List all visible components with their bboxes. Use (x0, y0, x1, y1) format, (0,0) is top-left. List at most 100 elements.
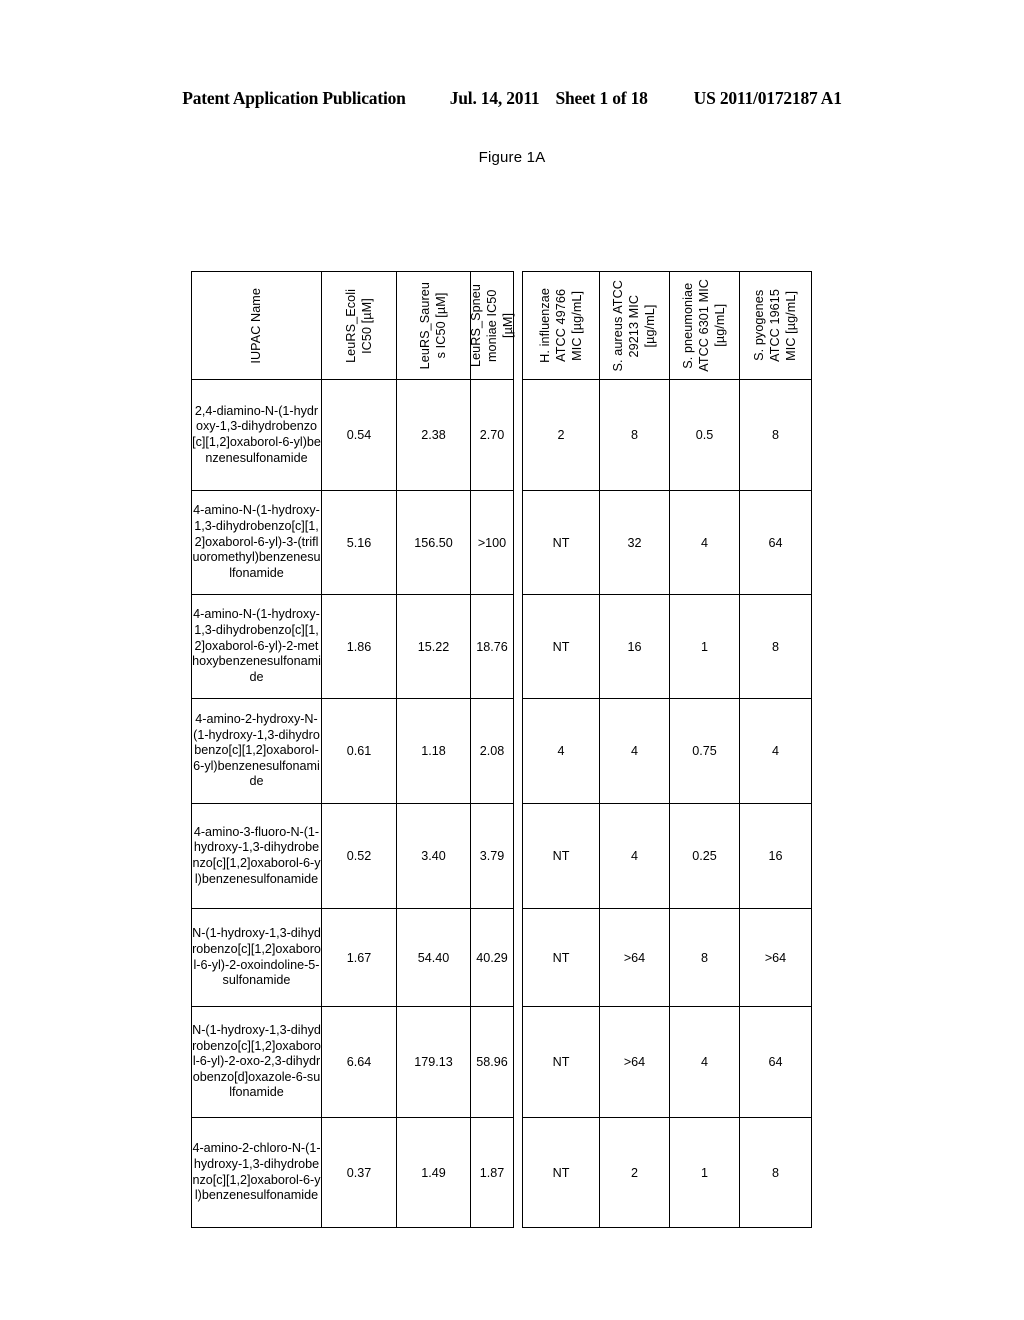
cell-leurs-ecoli: 5.16 (321, 490, 397, 595)
cell-leurs-ecoli: 0.54 (321, 379, 397, 491)
cell-h-influenzae: NT (522, 1006, 600, 1118)
figure-1a-table: IUPAC Name LeuRS_Ecoli IC50 [µM] LeuRS_S… (191, 271, 812, 1228)
table-row: NT >64 4 64 (522, 1006, 812, 1118)
table-body-ic50: 2,4-diamino-N-(1-hydroxy-1,3-dihydrobenz… (191, 379, 514, 1228)
cell-s-pyogenes: 16 (739, 803, 812, 909)
cell-s-pneumoniae: 1 (669, 1117, 740, 1228)
cell-iupac-name: 4-amino-N-(1-hydroxy-1,3-dihydrobenzo[c]… (191, 594, 322, 699)
cell-leurs-saureus: 2.38 (396, 379, 471, 491)
page-running-head: Patent Application Publication Jul. 14, … (0, 88, 1024, 109)
cell-s-aureus: 4 (599, 698, 670, 804)
cell-s-pyogenes: 8 (739, 1117, 812, 1228)
cell-s-pyogenes: 8 (739, 594, 812, 699)
figure-caption: Figure 1A (478, 149, 546, 166)
cell-leurs-ecoli: 1.67 (321, 908, 397, 1007)
table-row: 4 4 0.75 4 (522, 698, 812, 804)
cell-h-influenzae: NT (522, 1117, 600, 1228)
cell-leurs-ecoli: 0.61 (321, 698, 397, 804)
cell-s-pyogenes: 64 (739, 490, 812, 595)
column-header-leurs-ecoli: LeuRS_Ecoli IC50 [µM] (321, 271, 397, 380)
cell-s-aureus: >64 (599, 1006, 670, 1118)
cell-h-influenzae: 4 (522, 698, 600, 804)
column-header-label: LeuRS_Saureu s IC50 [µM] (418, 281, 449, 370)
table-row: 4-amino-N-(1-hydroxy-1,3-dihydrobenzo[c]… (191, 594, 514, 699)
table-row: 2,4-diamino-N-(1-hydroxy-1,3-dihydrobenz… (191, 379, 514, 491)
column-header-s-aureus: S. aureus ATCC 29213 MIC [µg/mL] (599, 271, 670, 380)
cell-s-aureus: 16 (599, 594, 670, 699)
cell-s-pyogenes: >64 (739, 908, 812, 1007)
cell-leurs-saureus: 54.40 (396, 908, 471, 1007)
table-row: NT 16 1 8 (522, 594, 812, 699)
cell-s-pyogenes: 4 (739, 698, 812, 804)
cell-h-influenzae: 2 (522, 379, 600, 491)
cell-h-influenzae: NT (522, 490, 600, 595)
table-row: N-(1-hydroxy-1,3-dihydrobenzo[c][1,2]oxa… (191, 1006, 514, 1118)
cell-leurs-spneumoniae: 58.96 (470, 1006, 514, 1118)
cell-iupac-name: 4-amino-N-(1-hydroxy-1,3-dihydrobenzo[c]… (191, 490, 322, 595)
cell-s-pneumoniae: 4 (669, 490, 740, 595)
table-row: 2 8 0.5 8 (522, 379, 812, 491)
cell-leurs-saureus: 1.49 (396, 1117, 471, 1228)
cell-s-aureus: >64 (599, 908, 670, 1007)
sheet-number: Sheet 1 of 18 (555, 88, 648, 108)
cell-s-aureus: 8 (599, 379, 670, 491)
cell-leurs-ecoli: 1.86 (321, 594, 397, 699)
table-row: NT 32 4 64 (522, 490, 812, 595)
cell-h-influenzae: NT (522, 803, 600, 909)
cell-leurs-saureus: 179.13 (396, 1006, 471, 1118)
cell-s-aureus: 32 (599, 490, 670, 595)
cell-iupac-name: 2,4-diamino-N-(1-hydroxy-1,3-dihydrobenz… (191, 379, 322, 491)
column-header-s-pyogenes: S. pyogenes ATCC 19615 MIC [µg/mL] (739, 271, 812, 380)
column-header-h-influenzae: H. influenzae ATCC 49766 MIC [µg/mL] (522, 271, 600, 380)
cell-leurs-ecoli: 0.52 (321, 803, 397, 909)
cell-s-pneumoniae: 0.5 (669, 379, 740, 491)
cell-leurs-spneumoniae: 18.76 (470, 594, 514, 699)
table-row: 4-amino-2-hydroxy-N-(1-hydroxy-1,3-dihyd… (191, 698, 514, 804)
cell-s-pneumoniae: 0.75 (669, 698, 740, 804)
cell-s-pyogenes: 64 (739, 1006, 812, 1118)
table-header-row: IUPAC Name LeuRS_Ecoli IC50 [µM] LeuRS_S… (191, 271, 516, 380)
table-row: N-(1-hydroxy-1,3-dihydrobenzo[c][1,2]oxa… (191, 908, 514, 1007)
cell-h-influenzae: NT (522, 594, 600, 699)
cell-leurs-saureus: 3.40 (396, 803, 471, 909)
cell-iupac-name: 4-amino-2-hydroxy-N-(1-hydroxy-1,3-dihyd… (191, 698, 322, 804)
cell-leurs-spneumoniae: 1.87 (470, 1117, 514, 1228)
table-row: 4-amino-N-(1-hydroxy-1,3-dihydrobenzo[c]… (191, 490, 514, 595)
cell-s-pneumoniae: 4 (669, 1006, 740, 1118)
column-header-label: H. influenzae ATCC 49766 MIC [µg/mL] (537, 288, 585, 363)
cell-iupac-name: N-(1-hydroxy-1,3-dihydrobenzo[c][1,2]oxa… (191, 908, 322, 1007)
column-header-label: LeuRS_Spneu moniae IC50 [µM] (468, 283, 516, 368)
cell-iupac-name: N-(1-hydroxy-1,3-dihydrobenzo[c][1,2]oxa… (191, 1006, 322, 1118)
table-group-ic50: IUPAC Name LeuRS_Ecoli IC50 [µM] LeuRS_S… (191, 271, 516, 1228)
cell-s-aureus: 4 (599, 803, 670, 909)
column-header-label: IUPAC Name (249, 287, 264, 364)
column-header-label: S. pneumoniae ATCC 6301 MIC [µg/mL] (681, 279, 728, 372)
cell-s-pyogenes: 8 (739, 379, 812, 491)
cell-leurs-saureus: 15.22 (396, 594, 471, 699)
column-header-label: LeuRS_Ecoli IC50 [µM] (343, 288, 374, 363)
column-header-leurs-saureus: LeuRS_Saureu s IC50 [µM] (396, 271, 471, 380)
cell-leurs-ecoli: 6.64 (321, 1006, 397, 1118)
cell-leurs-saureus: 1.18 (396, 698, 471, 804)
publication-label: Patent Application Publication (182, 88, 406, 108)
column-header-s-pneumoniae: S. pneumoniae ATCC 6301 MIC [µg/mL] (669, 271, 740, 380)
cell-h-influenzae: NT (522, 908, 600, 1007)
cell-leurs-ecoli: 0.37 (321, 1117, 397, 1228)
cell-leurs-spneumoniae: 2.70 (470, 379, 514, 491)
cell-leurs-saureus: 156.50 (396, 490, 471, 595)
table-row: NT 2 1 8 (522, 1117, 812, 1228)
cell-leurs-spneumoniae: >100 (470, 490, 514, 595)
table-row: NT 4 0.25 16 (522, 803, 812, 909)
table-header-row: H. influenzae ATCC 49766 MIC [µg/mL] S. … (522, 271, 812, 380)
column-header-label: S. pyogenes ATCC 19615 MIC [µg/mL] (752, 289, 799, 362)
cell-leurs-spneumoniae: 2.08 (470, 698, 514, 804)
cell-leurs-spneumoniae: 3.79 (470, 803, 514, 909)
table-row: 4-amino-2-chloro-N-(1-hydroxy-1,3-dihydr… (191, 1117, 514, 1228)
table-group-mic: H. influenzae ATCC 49766 MIC [µg/mL] S. … (522, 271, 812, 1228)
column-header-leurs-spneumoniae: LeuRS_Spneu moniae IC50 [µM] (468, 271, 516, 380)
cell-iupac-name: 4-amino-3-fluoro-N-(1-hydroxy-1,3-dihydr… (191, 803, 322, 909)
publication-date: Jul. 14, 2011 (449, 88, 540, 108)
cell-s-pneumoniae: 0.25 (669, 803, 740, 909)
cell-leurs-spneumoniae: 40.29 (470, 908, 514, 1007)
cell-s-aureus: 2 (599, 1117, 670, 1228)
